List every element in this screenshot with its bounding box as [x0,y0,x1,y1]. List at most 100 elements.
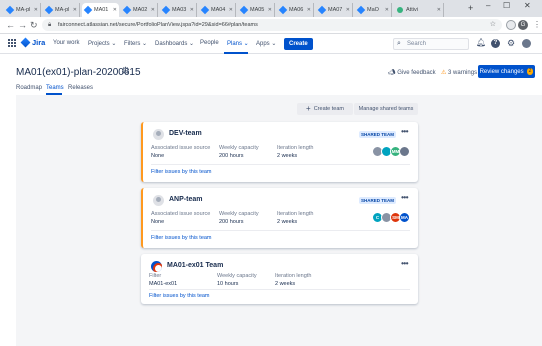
search-input[interactable]: ⌕ Search [393,38,469,50]
warning-icon: ⚠ [441,70,449,76]
nav-apps[interactable]: Apps ⌄ [256,40,276,47]
member-avatar[interactable] [399,146,410,157]
search-icon: ⌕ [397,40,401,47]
browser-tab[interactable]: MA07 ✕ [316,3,353,17]
browser-tab-active[interactable]: MA01 ✕ [82,3,119,17]
more-actions-icon[interactable]: ••• [401,127,408,136]
tab-teams[interactable]: Teams [46,85,64,91]
bookmark-star-icon[interactable]: ☆ [490,19,496,31]
review-changes-label: Review changes [479,68,524,75]
filter-issues-link[interactable]: Filter issues by this team [149,293,210,299]
maximize-button[interactable]: ☐ [503,1,510,10]
create-team-button[interactable]: + Create team [297,103,353,115]
close-tab-icon[interactable]: ✕ [190,7,194,13]
field-value: None [151,153,165,159]
team-logo-icon [151,261,162,272]
extension-icon[interactable] [506,20,516,30]
jira-logo-icon [20,37,31,48]
close-tab-icon[interactable]: ✕ [151,7,155,13]
close-tab-icon[interactable]: ✕ [437,7,441,13]
shared-team-badge: SHARED TEAM [358,197,396,204]
review-changes-button[interactable]: Review changes 2 [478,65,535,78]
site-favicon-icon [397,7,403,13]
browser-tab[interactable]: Attivi ✕ [394,3,444,17]
browser-tab[interactable]: MA-pl ✕ [4,3,41,17]
browser-menu-icon[interactable]: ⋮ [533,20,541,30]
create-team-label: Create team [313,106,344,112]
browser-tab[interactable]: MA02 ✕ [121,3,158,17]
iteration-value: 2 weeks [275,281,296,287]
browser-tab[interactable]: MA03 ✕ [160,3,197,17]
jira-favicon-icon [200,5,210,15]
capacity-label: Weekly capacity [219,145,259,151]
app-switcher-icon[interactable] [8,39,16,47]
close-tab-icon[interactable]: ✕ [307,7,311,13]
browser-toolbar: ← → ↻ 🔒︎ fairconnect.atlassian.net/secur… [0,17,542,34]
close-tab-icon[interactable]: ✕ [268,7,272,13]
close-tab-icon[interactable]: ✕ [346,7,350,13]
teams-content: + Create team Manage shared teams DEV-tea… [16,95,542,346]
capacity-label: Weekly capacity [219,211,259,217]
notifications-bell-icon[interactable]: 🔔︎ [476,39,486,47]
browser-tab[interactable]: MA04 ✕ [199,3,236,17]
close-tab-icon[interactable]: ✕ [229,7,233,13]
tab-label: Attivi [406,7,418,13]
close-tab-icon[interactable]: ✕ [73,7,77,13]
user-avatar[interactable] [522,39,531,48]
tab-label: MA05 [250,7,265,13]
close-window-button[interactable]: ✕ [524,1,531,10]
browser-tab[interactable]: MA-pl ✕ [43,3,80,17]
close-tab-icon[interactable]: ✕ [113,7,117,13]
team-name: DEV-team [169,130,202,137]
field-label: Associated issue source [151,145,211,151]
create-button[interactable]: Create [284,38,313,50]
close-tab-icon[interactable]: ✕ [34,7,38,13]
jira-favicon-icon [122,5,132,15]
iteration-value: 2 weeks [277,153,298,159]
plus-icon: + [306,104,311,113]
tab-releases[interactable]: Releases [68,85,93,91]
tab-label: MaO [367,7,379,13]
team-avatar-icon [153,129,164,140]
nav-projects[interactable]: Projects ⌄ [88,40,116,47]
filter-issues-link[interactable]: Filter issues by this team [151,169,212,175]
team-avatar-icon [153,195,164,206]
profile-avatar[interactable]: G [518,20,528,30]
jira-favicon-icon [278,5,288,15]
help-icon[interactable]: ? [491,39,500,48]
nav-dashboards[interactable]: Dashboards ⌄ [155,40,194,47]
close-tab-icon[interactable]: ✕ [385,7,389,13]
jira-logo[interactable]: Jira [20,37,45,48]
filter-issues-link[interactable]: Filter issues by this team [151,235,212,241]
tab-roadmap[interactable]: Roadmap [16,85,42,91]
back-button[interactable]: ← [6,20,15,30]
team-members: C SM MA [372,212,410,223]
browser-tab[interactable]: MA05 ✕ [238,3,275,17]
address-bar[interactable]: 🔒︎ fairconnect.atlassian.net/secure/Port… [42,19,502,31]
browser-tab[interactable]: MaO ✕ [355,3,392,17]
reload-button[interactable]: ↻ [30,20,38,30]
minimize-button[interactable]: – [486,1,490,10]
give-feedback-link[interactable]: 📣︎ Give feedback [388,69,436,76]
plan-settings-gear-icon[interactable]: ⚙ [121,66,130,77]
manage-shared-teams-button[interactable]: Manage shared teams [354,103,418,115]
nav-filters[interactable]: Filters ⌄ [124,40,147,47]
member-avatar[interactable]: MA [399,212,410,223]
nav-plans[interactable]: Plans ⌄ [227,40,249,47]
new-tab-button[interactable]: + [468,3,473,13]
tab-label: MA02 [133,7,148,13]
team-card: MA01-ex01 Team ••• Filter MA01-ex01 Week… [141,254,418,304]
jira-top-nav: Jira Your work Projects ⌄ Filters ⌄ Dash… [0,34,542,54]
jira-favicon-icon [317,5,327,15]
settings-gear-icon[interactable]: ⚙ [507,39,515,48]
forward-button[interactable]: → [18,20,27,30]
nav-people[interactable]: People [200,40,219,46]
more-actions-icon[interactable]: ••• [401,193,408,202]
more-actions-icon[interactable]: ••• [401,259,408,268]
nav-your-work[interactable]: Your work [53,40,79,46]
tab-label: MA07 [328,7,343,13]
browser-tab[interactable]: MA06 ✕ [277,3,314,17]
warnings-link[interactable]: ⚠ 3 warnings [441,69,477,76]
browser-tab-strip: MA-pl ✕ MA-pl ✕ MA01 ✕ MA02 ✕ MA03 ✕ MA04 ✕ MA… [0,0,542,17]
tab-label: MA06 [289,7,304,13]
